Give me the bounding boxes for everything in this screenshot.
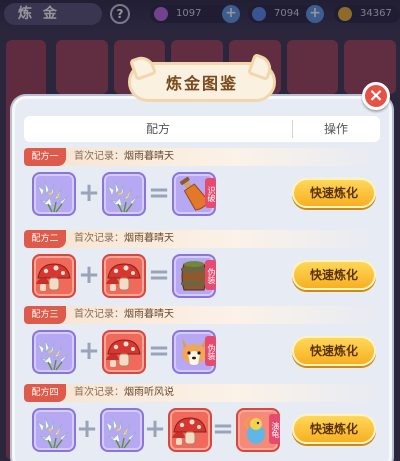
recipe-row-2: 配方二 首次记录：烟雨暮晴天 + = 伪装 快速炼化: [24, 230, 380, 306]
equals-operator: =: [148, 260, 170, 290]
lily-ingredient-icon[interactable]: [32, 408, 76, 452]
first-record: 首次记录：烟雨暮晴天: [74, 309, 174, 320]
close-button[interactable]: ×: [362, 82, 390, 110]
result-badge: 伪装: [205, 260, 216, 290]
equals-operator: =: [148, 178, 170, 208]
lily-ingredient-icon[interactable]: [100, 408, 144, 452]
recipe-tag: 配方三: [24, 306, 66, 324]
barrel-result-icon[interactable]: 伪装: [172, 254, 216, 298]
plus-operator: +: [76, 414, 98, 444]
result-badge: 演龟: [269, 414, 280, 444]
plus-operator: +: [78, 178, 100, 208]
result-badge: 伪装: [205, 336, 216, 366]
table-header: 配方 操作: [24, 116, 380, 142]
plus-operator: +: [144, 414, 166, 444]
first-record: 首次记录：烟雨暮晴天: [74, 233, 174, 244]
mushroom-ingredient-icon[interactable]: [102, 330, 146, 374]
first-record: 首次记录：烟雨暮晴天: [74, 151, 174, 162]
modal-title: 炼金图鉴: [165, 74, 238, 93]
mushroom-ingredient-icon[interactable]: [32, 254, 76, 298]
recipe-tag: 配方一: [24, 148, 66, 166]
lily-ingredient-icon[interactable]: [32, 172, 76, 216]
recipe-tag: 配方四: [24, 384, 66, 402]
mushroom-ingredient-icon[interactable]: [102, 254, 146, 298]
mushroom-ingredient-icon[interactable]: [168, 408, 212, 452]
quick-refine-button[interactable]: 快速炼化: [292, 260, 376, 290]
equals-operator: =: [148, 336, 170, 366]
quick-refine-button[interactable]: 快速炼化: [292, 414, 376, 444]
result-badge: 识破: [205, 178, 216, 208]
plus-operator: +: [78, 260, 100, 290]
potion-result-icon[interactable]: 识破: [172, 172, 216, 216]
header-action: 操作: [323, 122, 348, 136]
lily-ingredient-icon[interactable]: [102, 172, 146, 216]
quick-refine-button[interactable]: 快速炼化: [292, 178, 376, 208]
equals-operator: =: [212, 414, 234, 444]
first-record: 首次记录：烟雨听风说: [74, 387, 174, 398]
quick-refine-button[interactable]: 快速炼化: [292, 336, 376, 366]
recipe-tag: 配方二: [24, 230, 66, 248]
recipe-row-3: 配方三 首次记录：烟雨暮晴天 + = 伪装 快速炼化: [24, 306, 380, 382]
header-recipe: 配方: [145, 122, 170, 136]
lily-ingredient-icon[interactable]: [32, 330, 76, 374]
recipe-row-4: 配方四 首次记录：烟雨听风说 + + = 演龟 快速炼化: [24, 384, 380, 460]
bird-result-icon[interactable]: 演龟: [236, 408, 280, 452]
plus-operator: +: [78, 336, 100, 366]
recipe-row-1: 配方一 首次记录：烟雨暮晴天 + = 识破 快速炼化: [24, 148, 380, 224]
modal-title-banner: 炼金图鉴: [128, 52, 276, 108]
corgi-result-icon[interactable]: 伪装: [172, 330, 216, 374]
